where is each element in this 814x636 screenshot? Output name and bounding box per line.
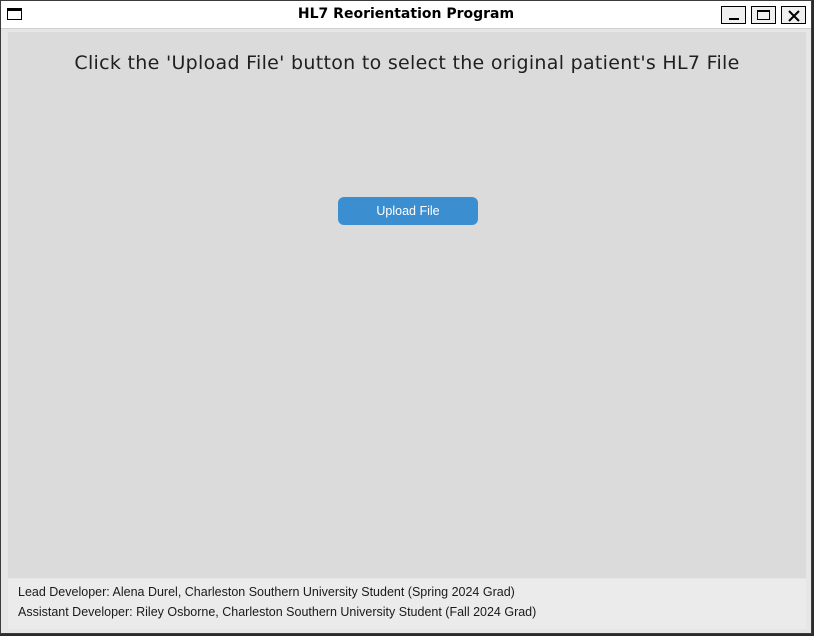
credits-footer: Lead Developer: Alena Durel, Charleston … xyxy=(8,579,806,629)
upload-file-button[interactable]: Upload File xyxy=(338,197,478,225)
minimize-button[interactable] xyxy=(721,6,746,24)
instruction-text: Click the 'Upload File' button to select… xyxy=(74,52,740,74)
close-icon xyxy=(788,10,800,22)
window-title: HL7 Reorientation Program xyxy=(297,6,515,22)
main-panel: Click the 'Upload File' button to select… xyxy=(8,32,806,578)
lead-developer-credit: Lead Developer: Alena Durel, Charleston … xyxy=(18,585,515,599)
maximize-button[interactable] xyxy=(751,6,776,24)
assistant-developer-credit: Assistant Developer: Riley Osborne, Char… xyxy=(18,605,537,619)
app-window: HL7 Reorientation Program Click the 'Upl… xyxy=(0,0,812,634)
title-bar[interactable]: HL7 Reorientation Program xyxy=(1,1,811,29)
close-button[interactable] xyxy=(781,6,806,24)
